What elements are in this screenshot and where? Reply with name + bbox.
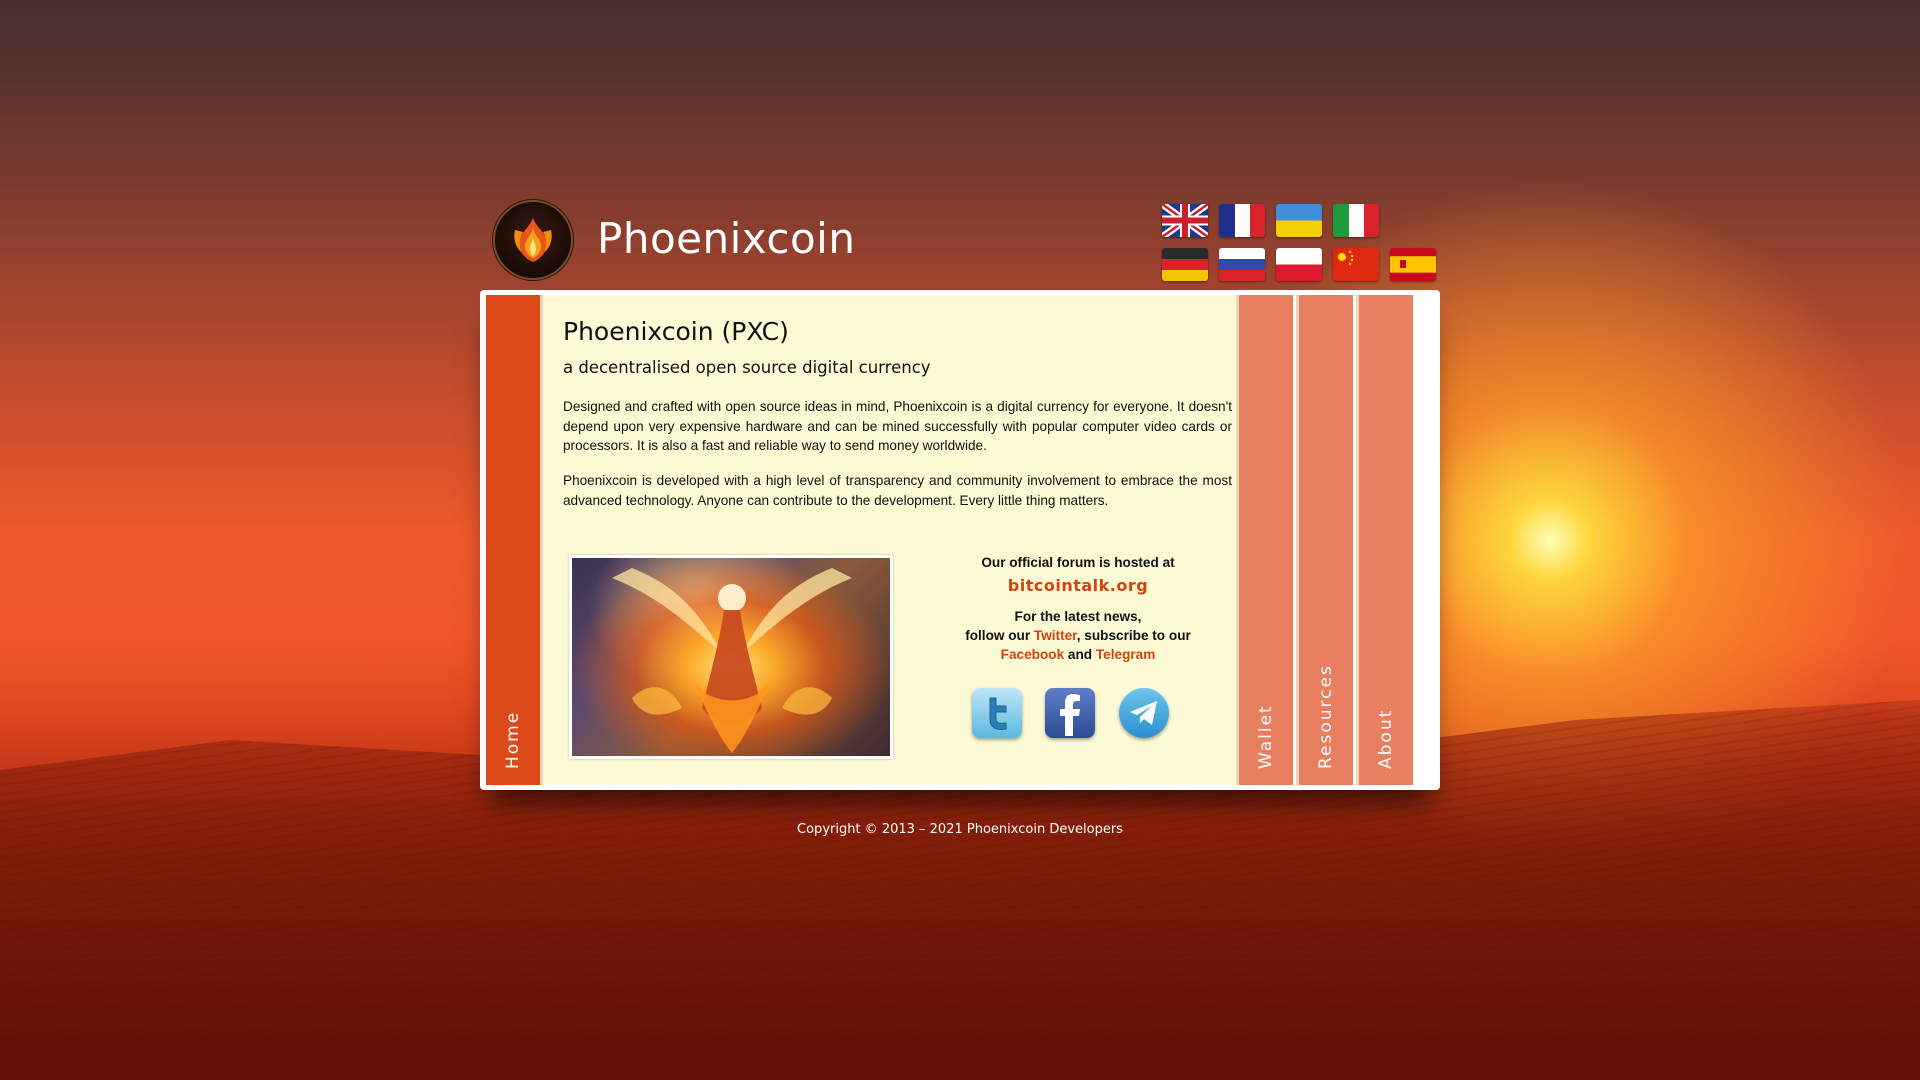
follow-our-text: follow our — [965, 628, 1034, 643]
facebook-link[interactable]: Facebook — [1001, 647, 1064, 662]
follow-line: follow our Twitter, subscribe to our — [943, 628, 1213, 643]
page-title: Phoenixcoin (PXC) — [563, 317, 789, 346]
russia-flag-icon[interactable] — [1219, 248, 1265, 281]
ukraine-flag-icon[interactable] — [1276, 204, 1322, 237]
news-line: For the latest news, — [1014, 609, 1142, 624]
tab-wallet[interactable]: Wallet — [1236, 295, 1293, 785]
phoenix-artwork-image — [569, 555, 893, 759]
tab-home[interactable]: Home — [486, 295, 543, 785]
telegram-icon[interactable] — [1119, 688, 1169, 738]
germany-flag-icon[interactable] — [1162, 248, 1208, 281]
tab-resources[interactable]: Resources — [1296, 295, 1353, 785]
footer-copyright: Copyright © 2013 – 2021 Phoenixcoin Deve… — [797, 822, 1123, 837]
telegram-link[interactable]: Telegram — [1096, 647, 1155, 662]
italy-flag-icon[interactable] — [1333, 204, 1379, 237]
and-text: and — [1064, 647, 1096, 662]
subscribe-text: , subscribe to our — [1076, 628, 1191, 643]
social-section: Our official forum is hosted at bitcoint… — [943, 555, 1213, 662]
development-paragraph: Phoenixcoin is developed with a high lev… — [563, 473, 1232, 508]
page-subtitle: a decentralised open source digital curr… — [563, 358, 931, 377]
forum-link[interactable]: bitcointalk.org — [943, 576, 1213, 595]
site-header: Phoenixcoin — [490, 198, 1440, 288]
tab-resources-label: Resources — [1316, 664, 1336, 769]
forum-intro-text: Our official forum is hosted at — [981, 555, 1175, 570]
china-flag-icon[interactable] — [1333, 248, 1379, 281]
twitter-icon[interactable] — [972, 688, 1022, 738]
language-selector — [1162, 204, 1452, 288]
main-panel: Home Phoenixcoin (PXC) a decentralised o… — [480, 290, 1440, 790]
poland-flag-icon[interactable] — [1276, 248, 1322, 281]
phoenix-logo-icon[interactable] — [493, 200, 573, 280]
tab-about-label: About — [1376, 708, 1396, 769]
tab-home-label: Home — [503, 710, 523, 769]
tab-wallet-label: Wallet — [1256, 704, 1276, 769]
uk-flag-icon[interactable] — [1162, 204, 1208, 237]
spain-flag-icon[interactable] — [1390, 248, 1436, 281]
france-flag-icon[interactable] — [1219, 204, 1265, 237]
channels-line: Facebook and Telegram — [943, 647, 1213, 662]
twitter-link[interactable]: Twitter — [1034, 628, 1077, 643]
content-area: Phoenixcoin (PXC) a decentralised open s… — [543, 295, 1236, 785]
tab-about[interactable]: About — [1356, 295, 1413, 785]
site-title[interactable]: Phoenixcoin — [597, 214, 855, 263]
intro-paragraph: Designed and crafted with open source id… — [563, 399, 1232, 453]
facebook-icon[interactable] — [1045, 688, 1095, 738]
